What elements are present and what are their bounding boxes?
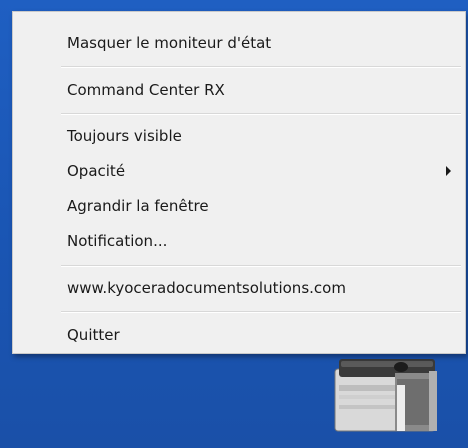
menu-item-notification[interactable]: Notification... (13, 224, 465, 258)
chevron-right-icon (446, 166, 451, 176)
menu-item-label: Toujours visible (67, 127, 182, 145)
menu-separator (61, 265, 461, 267)
menu-item-label: Masquer le moniteur d'état (67, 34, 272, 52)
menu-item-command-center[interactable]: Command Center RX (13, 73, 465, 107)
menu-item-hide-status-monitor[interactable]: Masquer le moniteur d'état (13, 26, 465, 60)
menu-item-label: Notification... (67, 232, 168, 250)
menu-item-opacity[interactable]: Opacité (13, 154, 465, 188)
menu-separator (61, 66, 461, 68)
menu-item-label: Quitter (67, 326, 120, 344)
context-menu: Masquer le moniteur d'état Command Cente… (12, 11, 466, 354)
menu-item-quit[interactable]: Quitter (13, 318, 465, 352)
menu-item-label: www.kyoceradocumentsolutions.com (67, 279, 346, 297)
menu-item-website-link[interactable]: www.kyoceradocumentsolutions.com (13, 271, 465, 305)
menu-item-label: Command Center RX (67, 81, 225, 99)
menu-separator (61, 113, 461, 115)
menu-item-label: Opacité (67, 162, 126, 180)
menu-separator (61, 311, 461, 313)
menu-item-label: Agrandir la fenêtre (67, 197, 209, 215)
menu-item-always-visible[interactable]: Toujours visible (13, 119, 465, 153)
printer-icon[interactable] (333, 355, 445, 435)
menu-item-maximize-window[interactable]: Agrandir la fenêtre (13, 189, 465, 223)
